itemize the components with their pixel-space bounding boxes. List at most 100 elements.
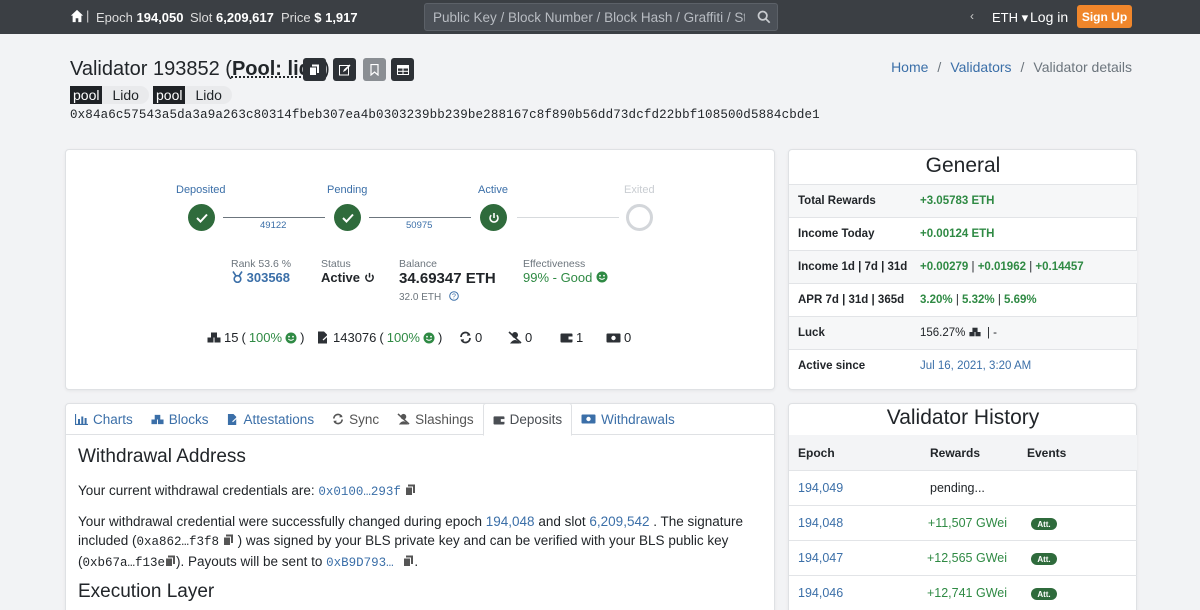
table-icon <box>396 64 409 75</box>
epoch-link[interactable]: 194,047 <box>798 551 843 565</box>
tab-attestations[interactable]: Attestations <box>218 403 324 435</box>
slashings-icon <box>397 413 410 425</box>
wallet-icon <box>493 415 505 425</box>
balance-label: Balance <box>399 258 437 270</box>
stage-pending-check-icon <box>334 204 361 231</box>
general-row-apr: APR 7d | 31d | 365d 3.20% | 5.32% | 5.69… <box>789 283 1137 316</box>
general-row-luck: Luck 156.27% | - <box>789 316 1137 349</box>
search-input[interactable] <box>425 4 745 30</box>
breadcrumb: Home / Validators / Validator details <box>891 59 1132 75</box>
validator-pubkey: 0x84a6c57543a5da3a9a263c80314fbeb307ea4b… <box>70 108 820 122</box>
validator-history-title: Validator History <box>886 406 1040 429</box>
copy-button[interactable] <box>303 58 326 81</box>
copy-icon <box>309 64 319 76</box>
stage-connector <box>223 217 325 218</box>
stage-active-power-icon <box>480 204 507 231</box>
power-icon <box>364 272 374 282</box>
status-label: Status <box>321 258 351 270</box>
tab-sync[interactable]: Sync <box>323 403 388 435</box>
col-epoch: Epoch <box>798 446 835 460</box>
stage-pending-label: Pending <box>327 184 368 196</box>
tab-blocks[interactable]: Blocks <box>142 403 218 435</box>
rewards-value: pending... <box>930 481 985 495</box>
tab-deposits[interactable]: Deposits <box>482 403 573 436</box>
epoch-link[interactable]: 194,046 <box>798 586 843 600</box>
breadcrumb-current: Validator details <box>1033 59 1132 75</box>
medal-icon <box>232 271 243 284</box>
col-rewards: Rewards <box>930 446 981 460</box>
top-navbar: | Epoch 194,050 Slot 6,209,617 Price $ 1… <box>0 0 1200 34</box>
copy-icon[interactable] <box>404 484 416 496</box>
copy-icon[interactable] <box>222 534 234 546</box>
bookmark-button[interactable] <box>363 58 386 81</box>
rewards-value: +12,741 GWei <box>926 586 1007 600</box>
copy-icon[interactable] <box>165 555 176 567</box>
effective-balance: 32.0 ETH ? <box>399 291 459 303</box>
deposited-epoch[interactable]: 49122 <box>260 220 286 231</box>
tab-slashings[interactable]: Slashings <box>388 403 483 435</box>
sync-icon <box>460 331 471 344</box>
theme-toggle-icon[interactable]: ‹ <box>970 9 974 23</box>
attestations-counter[interactable]: 143076(100% ) <box>317 330 442 345</box>
epoch-link[interactable]: 194,049 <box>798 481 843 495</box>
epoch-link[interactable]: 194,048 <box>798 516 843 530</box>
withdrawal-address-heading: Withdrawal Address <box>78 446 246 467</box>
tab-charts[interactable]: Charts <box>66 403 142 435</box>
attestation-badge: Att. <box>1031 553 1057 565</box>
table-view-button[interactable] <box>391 58 414 81</box>
signup-button[interactable]: Sign Up <box>1077 5 1132 28</box>
attestation-badge: Att. <box>1031 518 1057 530</box>
activation-epoch[interactable]: 50975 <box>406 220 432 231</box>
money-bill-icon <box>581 414 596 424</box>
price-stat: Price $ 1,917 <box>281 10 358 25</box>
chart-icon <box>75 413 88 425</box>
slashings-counter[interactable]: 0 <box>508 330 532 345</box>
attestation-badge: Att. <box>1031 588 1057 600</box>
stage-connector <box>517 217 619 218</box>
pool-tag[interactable]: pool Lido <box>153 86 232 104</box>
change-epoch-link[interactable]: 194,048 <box>486 514 535 529</box>
table-row: 194,047 +12,565 GWei Att. <box>789 540 1137 575</box>
home-icon[interactable] <box>70 9 84 23</box>
table-row: 194,046 +12,741 GWei Att. <box>789 575 1137 610</box>
stage-deposited-label: Deposited <box>176 184 226 196</box>
general-title: General <box>925 154 1001 177</box>
sync-counter[interactable]: 0 <box>459 330 482 345</box>
stage-exited-circle-icon <box>626 204 653 231</box>
edit-button[interactable] <box>333 58 356 81</box>
currency-dropdown[interactable]: ETH ▾ <box>992 10 1028 26</box>
pool-tag[interactable]: pool Lido <box>70 86 149 104</box>
login-link[interactable]: Log in <box>1030 9 1068 25</box>
execution-layer-heading: Execution Layer <box>78 581 215 602</box>
credentials-value[interactable]: 0x0100…293f <box>318 485 401 499</box>
tab-withdrawals[interactable]: Withdrawals <box>572 403 684 435</box>
file-signature-icon <box>227 413 239 425</box>
change-slot-link[interactable]: 6,209,542 <box>589 514 649 529</box>
money-bill-icon <box>606 333 621 342</box>
rewards-value: +12,565 GWei <box>926 551 1007 565</box>
history-table-header: Epoch Rewards Events <box>789 435 1137 470</box>
withdrawals-counter[interactable]: 0 <box>606 330 631 345</box>
col-events: Events <box>1027 446 1067 460</box>
slot-stat: Slot 6,209,617 <box>190 10 274 25</box>
rank-label: Rank 53.6 % <box>231 258 292 270</box>
epoch-stat: Epoch 194,050 <box>96 10 184 25</box>
smile-icon <box>596 271 608 283</box>
search-icon[interactable] <box>757 10 771 24</box>
rank-value[interactable]: 303568 <box>232 270 290 285</box>
stage-deposited-check-icon <box>188 204 215 231</box>
copy-icon[interactable] <box>403 555 414 567</box>
balance-value: 34.69347 ETH <box>399 270 496 287</box>
general-row-total-rewards: Total Rewards +3.05783 ETH <box>789 184 1137 217</box>
proposals-counter[interactable]: 15(100% ) <box>207 330 304 345</box>
breadcrumb-validators[interactable]: Validators <box>950 59 1011 75</box>
info-icon[interactable]: ? <box>449 291 459 301</box>
signature-value: 0xa862…f3f8 <box>136 535 220 549</box>
wallet-icon <box>560 333 573 343</box>
general-row-active-since: Active since Jul 16, 2021, 3:20 AM <box>789 349 1137 382</box>
payout-address-link[interactable]: 0xB9D793… <box>326 556 394 570</box>
deposits-counter[interactable]: 1 <box>560 330 583 345</box>
table-row: 194,048 +11,507 GWei Att. <box>789 505 1137 540</box>
breadcrumb-home[interactable]: Home <box>891 59 928 75</box>
file-signature-icon <box>318 331 330 344</box>
